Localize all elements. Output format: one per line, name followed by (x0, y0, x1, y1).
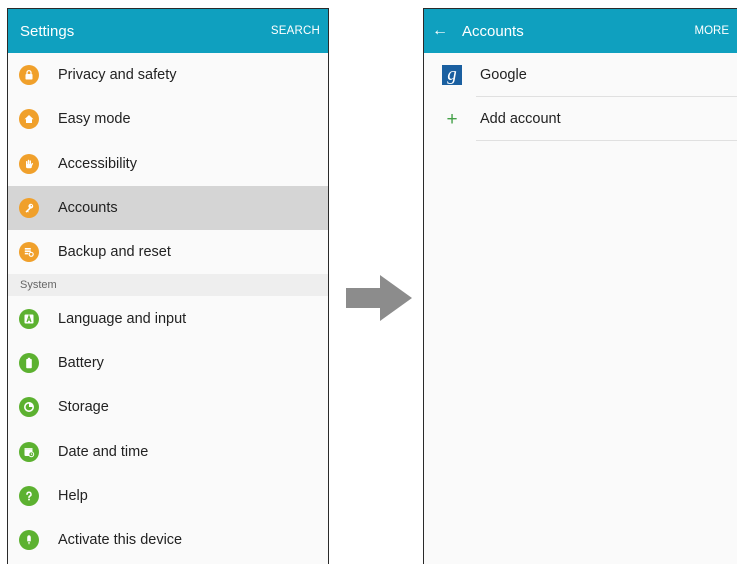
settings-item-label: Help (58, 487, 88, 504)
settings-item-date-and-time[interactable]: Date and time (8, 429, 328, 473)
section-header-system: System (8, 274, 328, 297)
keyboard-a-icon (19, 308, 39, 329)
settings-app-bar: Settings SEARCH (8, 9, 328, 53)
divider (476, 140, 737, 141)
settings-item-label: Language and input (58, 310, 187, 327)
settings-item-label: Accessibility (58, 155, 137, 172)
accounts-screen: ← Accounts MORE g Google + Add account (423, 8, 737, 564)
settings-item-battery[interactable]: Battery (8, 341, 328, 385)
home-icon (19, 109, 39, 130)
key-icon (19, 198, 39, 219)
settings-item-label: Accounts (58, 200, 118, 217)
add-account-button[interactable]: + Add account (424, 97, 737, 141)
battery-icon (19, 352, 39, 373)
settings-item-accounts[interactable]: Accounts (8, 185, 328, 231)
settings-item-easy-mode[interactable]: Easy mode (8, 97, 328, 141)
settings-item-storage[interactable]: Storage (8, 385, 328, 429)
transition-arrow-icon (346, 275, 412, 321)
settings-item-label: Storage (58, 399, 109, 416)
google-icon: g (442, 65, 462, 85)
settings-item-label: Battery (58, 354, 104, 371)
calendar-clock-icon (19, 441, 39, 462)
account-item-label: Add account (480, 111, 561, 127)
settings-item-help[interactable]: Help (8, 474, 328, 518)
settings-item-label: Activate this device (58, 532, 183, 549)
settings-screen: Settings SEARCH Privacy and safety Easy … (7, 8, 329, 564)
search-button[interactable]: SEARCH (271, 25, 320, 37)
settings-item-label: Easy mode (58, 111, 131, 128)
settings-item-accessibility[interactable]: Accessibility (8, 142, 328, 186)
settings-item-activate-this-device[interactable]: Activate this device (8, 518, 328, 562)
plus-icon: + (446, 108, 458, 130)
settings-item-label: Date and time (58, 443, 149, 460)
page-title: Accounts (462, 22, 524, 40)
more-button[interactable]: MORE (695, 25, 730, 37)
hand-icon (19, 153, 39, 174)
storage-icon (19, 397, 39, 418)
settings-item-privacy-and-safety[interactable]: Privacy and safety (8, 53, 328, 97)
help-icon (19, 485, 39, 506)
backup-icon (19, 242, 39, 263)
account-item-google[interactable]: g Google (424, 53, 737, 97)
lock-icon (19, 65, 39, 86)
settings-item-language-and-input[interactable]: Language and input (8, 296, 328, 340)
settings-item-backup-and-reset[interactable]: Backup and reset (8, 230, 328, 274)
activate-icon (19, 530, 39, 551)
page-title: Settings (20, 22, 75, 40)
account-item-label: Google (480, 67, 527, 83)
accounts-app-bar: ← Accounts MORE (424, 9, 737, 53)
back-arrow-icon[interactable]: ← (432, 23, 456, 39)
settings-item-label: Privacy and safety (58, 67, 177, 84)
settings-item-label: Backup and reset (58, 244, 171, 261)
